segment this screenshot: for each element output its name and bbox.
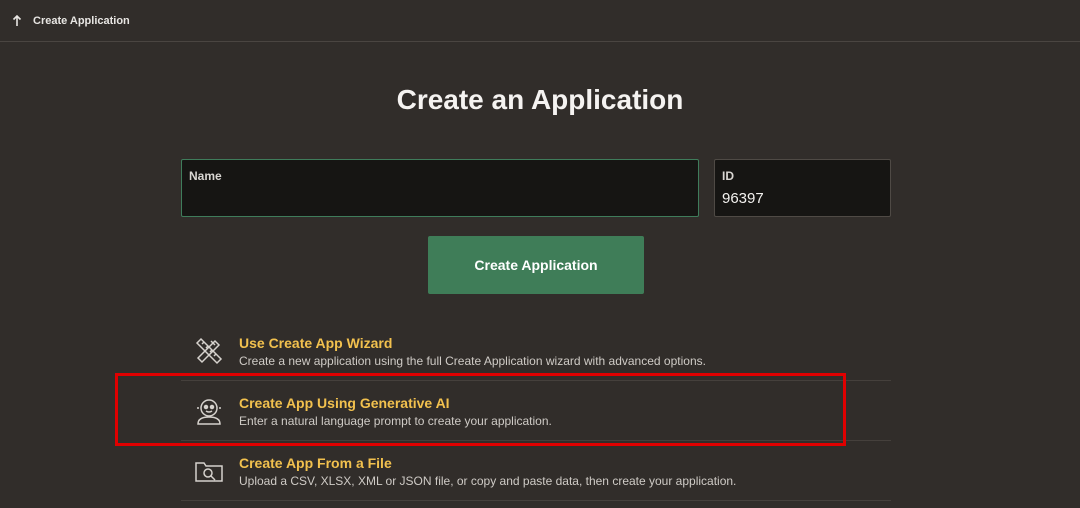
name-field-label: Name bbox=[189, 169, 222, 183]
generative-ai-robot-icon bbox=[193, 395, 225, 427]
option-description: Upload a CSV, XLSX, XML or JSON file, or… bbox=[239, 474, 737, 488]
option-create-app-wizard[interactable]: Use Create App Wizard Create a new appli… bbox=[181, 321, 891, 381]
option-description: Enter a natural language prompt to creat… bbox=[239, 414, 552, 428]
arrow-up-icon[interactable] bbox=[10, 14, 24, 28]
option-create-from-file[interactable]: Create App From a File Upload a CSV, XLS… bbox=[181, 441, 891, 501]
id-field[interactable]: ID bbox=[714, 159, 891, 217]
file-search-icon bbox=[193, 455, 225, 487]
option-description: Create a new application using the full … bbox=[239, 354, 706, 368]
create-application-button[interactable]: Create Application bbox=[428, 236, 644, 294]
id-field-label: ID bbox=[722, 169, 734, 183]
id-input[interactable] bbox=[722, 187, 881, 209]
wizard-tools-icon bbox=[193, 335, 225, 367]
option-title[interactable]: Use Create App Wizard bbox=[239, 335, 392, 351]
option-title[interactable]: Create App From a File bbox=[239, 455, 392, 471]
breadcrumb: Create Application bbox=[33, 14, 130, 27]
option-generative-ai[interactable]: Create App Using Generative AI Enter a n… bbox=[181, 381, 891, 441]
option-title[interactable]: Create App Using Generative AI bbox=[239, 395, 450, 411]
page-title: Create an Application bbox=[396, 84, 684, 115]
top-bar: Create Application bbox=[0, 0, 1080, 42]
name-input[interactable] bbox=[189, 187, 689, 209]
name-field[interactable]: Name bbox=[181, 159, 699, 217]
